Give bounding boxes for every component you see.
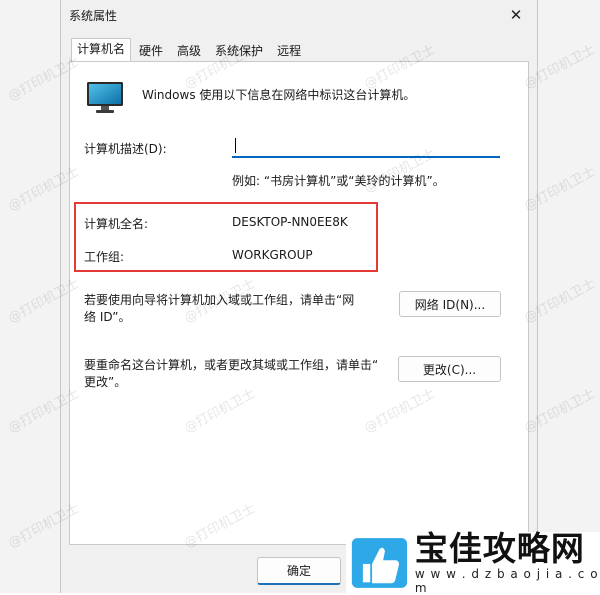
tab-remote[interactable]: 远程	[271, 40, 308, 61]
system-properties-window: 系统属性 ✕ 计算机名 硬件 高级 系统保护 远程 Windows 使用以下信息…	[60, 0, 538, 593]
description-example: 例如: “书房计算机”或“美玲的计算机”。	[232, 174, 445, 188]
full-name-label: 计算机全名:	[84, 217, 149, 231]
network-id-text: 若要使用向导将计算机加入域或工作组，请单击“网 络 ID”。	[84, 292, 354, 326]
window-title: 系统属性	[69, 9, 118, 23]
tab-strip: 计算机名 硬件 高级 系统保护 远程	[71, 38, 309, 62]
network-id-text-line2: 络 ID”。	[84, 310, 131, 324]
logo-main-text: 宝佳攻略网	[414, 528, 585, 568]
ok-button[interactable]: 确定	[257, 557, 341, 585]
logo-url-text: w w w . d z b a o j i a . c o m	[414, 566, 599, 595]
tab-system-protection[interactable]: 系统保护	[209, 40, 270, 61]
network-id-button[interactable]: 网络 ID(N)...	[399, 291, 501, 317]
site-logo: 宝佳攻略网 w w w . d z b a o j i a . c o m	[346, 528, 600, 595]
tab-computer-name[interactable]: 计算机名	[71, 38, 132, 61]
text-caret	[235, 138, 236, 153]
tab-advanced[interactable]: 高级	[171, 40, 208, 61]
full-name-value: DESKTOP-NN0EE8K	[232, 215, 348, 229]
logo-text: 宝佳攻略网 w w w . d z b a o j i a . c o m	[414, 528, 600, 595]
change-button[interactable]: 更改(C)...	[398, 356, 501, 382]
computer-name-panel: Windows 使用以下信息在网络中标识这台计算机。 计算机描述(D): 例如:…	[69, 61, 529, 545]
description-label: 计算机描述(D):	[84, 142, 167, 156]
computer-description-input[interactable]	[232, 134, 500, 158]
rename-text-line1: 要重命名这台计算机，或者更改其域或工作组，请单击“	[84, 358, 379, 372]
workgroup-value: WORKGROUP	[232, 248, 313, 262]
title-bar[interactable]: 系统属性 ✕	[61, 0, 537, 32]
rename-text-line2: 更改”。	[84, 375, 127, 389]
rename-text: 要重命名这台计算机，或者更改其域或工作组，请单击“ 更改”。	[84, 357, 378, 391]
close-button[interactable]: ✕	[503, 4, 529, 26]
thumbs-up-logo-icon	[351, 537, 408, 588]
network-id-text-line1: 若要使用向导将计算机加入域或工作组，请单击“网	[84, 293, 355, 307]
close-icon: ✕	[509, 6, 523, 24]
intro-text: Windows 使用以下信息在网络中标识这台计算机。	[142, 88, 416, 102]
workgroup-label: 工作组:	[84, 250, 125, 264]
monitor-icon	[87, 82, 123, 113]
tab-hardware[interactable]: 硬件	[133, 40, 170, 61]
